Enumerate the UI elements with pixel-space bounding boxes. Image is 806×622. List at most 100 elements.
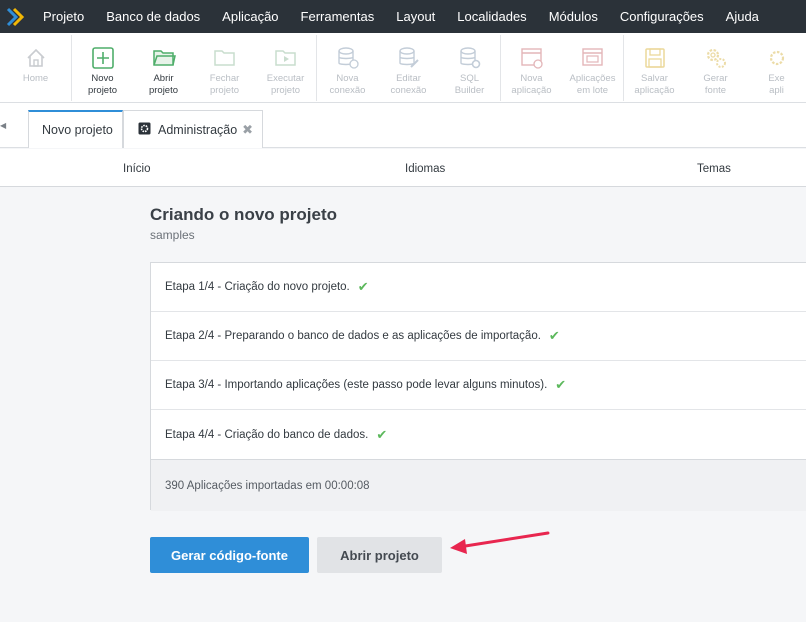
database-add-icon (335, 45, 361, 71)
check-icon: ✔ (548, 328, 560, 343)
gears-icon (703, 45, 729, 71)
tab-administracao-label: Administração (158, 122, 238, 137)
gerar-fonte-button[interactable]: Gerar fonte (685, 39, 746, 97)
executar-projeto-label-1: Executar (266, 73, 305, 84)
database-edit-icon (396, 45, 422, 71)
sql-builder-label-2: Builder (454, 85, 485, 96)
salvar-aplicacao-label-1: Salvar (641, 73, 668, 84)
folder-open-icon (151, 45, 177, 71)
progress-step-3: Etapa 3/4 - Importando aplicações (este … (151, 361, 806, 410)
database-gear-icon (457, 45, 483, 71)
abrir-projeto-button[interactable]: Abrir projeto (133, 39, 194, 97)
folder-play-icon (273, 45, 299, 71)
wizard-steps: Início Idiomas Temas (0, 149, 806, 187)
import-summary-text: 390 Aplicações importadas em 00:00:08 (165, 479, 370, 492)
menu-projeto[interactable]: Projeto (32, 0, 95, 33)
menu-bar: Projeto Banco de dados Aplicação Ferrame… (0, 0, 806, 33)
project-name: samples (150, 228, 195, 242)
home-label: Home (22, 73, 49, 84)
gerar-fonte-label-1: Gerar (703, 73, 728, 84)
gerar-codigo-fonte-button[interactable]: Gerar código-fonte (150, 537, 309, 573)
executar-aplicacao-label-2: apli (769, 85, 784, 96)
nova-aplicacao-button[interactable]: Nova aplicação (501, 39, 562, 97)
arrow-annotation-icon (450, 531, 550, 554)
toolbar-group-home: Home (0, 35, 72, 101)
step-idiomas[interactable]: Idiomas (405, 163, 445, 175)
aplicacoes-em-lote-button[interactable]: Aplicações em lote (562, 39, 623, 97)
menu-configuracoes[interactable]: Configurações (609, 0, 715, 33)
fechar-projeto-label-2: projeto (209, 85, 240, 96)
novo-projeto-label-1: Novo (91, 73, 114, 84)
progress-panel: Etapa 1/4 - Criação do novo projeto. ✔ E… (150, 262, 806, 511)
progress-step-4-text: Etapa 4/4 - Criação do banco de dados. (165, 428, 369, 441)
collapse-left-icon[interactable]: ◀ (0, 121, 6, 130)
novo-projeto-label-2: projeto (87, 85, 118, 96)
tab-bar: ◀ Novo projeto Administração ✖ (0, 103, 806, 148)
sql-builder-button[interactable]: SQL Builder (439, 39, 500, 97)
abrir-projeto-label-1: Abrir (153, 73, 174, 84)
gear-icon (138, 122, 151, 138)
gear-play-icon (764, 45, 790, 71)
nova-aplicacao-label-1: Nova (520, 73, 543, 84)
progress-step-1-text: Etapa 1/4 - Criação do novo projeto. (165, 281, 350, 293)
aplicacoes-em-lote-label-1: Aplicações (569, 73, 616, 84)
window-add-icon (519, 45, 545, 71)
executar-projeto-label-2: projeto (270, 85, 301, 96)
abrir-projeto-label-2: projeto (148, 85, 179, 96)
nova-conexao-button[interactable]: Nova conexão (317, 39, 378, 97)
home-icon (23, 45, 49, 71)
check-icon: ✔ (555, 377, 567, 392)
sql-builder-label-1: SQL (459, 73, 479, 84)
salvar-aplicacao-button[interactable]: Salvar aplicação (624, 39, 685, 97)
tab-novo-projeto-label: Novo projeto (42, 123, 113, 137)
executar-projeto-button[interactable]: Executar projeto (255, 39, 316, 97)
menu-layout[interactable]: Layout (385, 0, 446, 33)
windows-batch-icon (580, 45, 606, 71)
menu-aplicacao[interactable]: Aplicação (211, 0, 289, 33)
page-title: Criando o novo projeto (150, 205, 337, 224)
progress-step-1: Etapa 1/4 - Criação do novo projeto. ✔ (151, 263, 806, 312)
aplicacoes-em-lote-label-2: em lote (576, 85, 609, 96)
toolbar: Home Novo projeto Abrir projeto Fechar p… (0, 33, 806, 103)
check-icon: ✔ (357, 279, 369, 294)
step-inicio[interactable]: Início (123, 163, 151, 175)
toolbar-group-application: Nova aplicação Aplicações em lote (501, 35, 624, 101)
editar-conexao-label-1: Editar (396, 73, 421, 84)
fechar-projeto-label-1: Fechar (209, 73, 240, 84)
tab-novo-projeto[interactable]: Novo projeto (28, 110, 123, 148)
home-button[interactable]: Home (0, 39, 71, 97)
nova-conexao-label-1: Nova (336, 73, 359, 84)
abrir-projeto-main-button[interactable]: Abrir projeto (317, 537, 442, 573)
close-icon[interactable]: ✖ (242, 122, 253, 138)
check-icon: ✔ (376, 426, 388, 442)
salvar-aplicacao-label-2: aplicação (634, 85, 675, 96)
nova-aplicacao-label-2: aplicação (511, 85, 552, 96)
editar-conexao-label-2: conexão (390, 85, 427, 96)
menu-ferramentas[interactable]: Ferramentas (290, 0, 386, 33)
import-summary: 390 Aplicações importadas em 00:00:08 (151, 459, 806, 511)
app-logo-icon[interactable] (0, 0, 32, 33)
toolbar-group-database: Nova conexão Editar conexão SQL Builder (317, 35, 501, 101)
progress-step-3-text: Etapa 3/4 - Importando aplicações (este … (165, 379, 548, 391)
plus-icon (90, 45, 116, 71)
menu-localidades[interactable]: Localidades (446, 0, 537, 33)
toolbar-group-project: Novo projeto Abrir projeto Fechar projet… (72, 35, 317, 101)
executar-aplicacao-label-1: Exe (768, 73, 785, 84)
executar-aplicacao-button[interactable]: Exe apli (746, 39, 806, 97)
fechar-projeto-button[interactable]: Fechar projeto (194, 39, 255, 97)
menu-modulos[interactable]: Módulos (538, 0, 609, 33)
save-icon (642, 45, 668, 71)
menu-banco-de-dados[interactable]: Banco de dados (95, 0, 211, 33)
gerar-fonte-label-2: fonte (704, 85, 727, 96)
progress-step-4: Etapa 4/4 - Criação do banco de dados. ✔ (151, 410, 806, 459)
toolbar-group-build: Salvar aplicação Gerar fonte Exe apli (624, 35, 806, 101)
folder-closed-icon (212, 45, 238, 71)
progress-step-2: Etapa 2/4 - Preparando o banco de dados … (151, 312, 806, 361)
editar-conexao-button[interactable]: Editar conexão (378, 39, 439, 97)
menu-ajuda[interactable]: Ajuda (715, 0, 770, 33)
step-temas[interactable]: Temas (697, 163, 731, 175)
progress-step-2-text: Etapa 2/4 - Preparando o banco de dados … (165, 330, 541, 342)
novo-projeto-button[interactable]: Novo projeto (72, 39, 133, 97)
tab-administracao[interactable]: Administração ✖ (123, 110, 263, 148)
nova-conexao-label-2: conexão (329, 85, 366, 96)
